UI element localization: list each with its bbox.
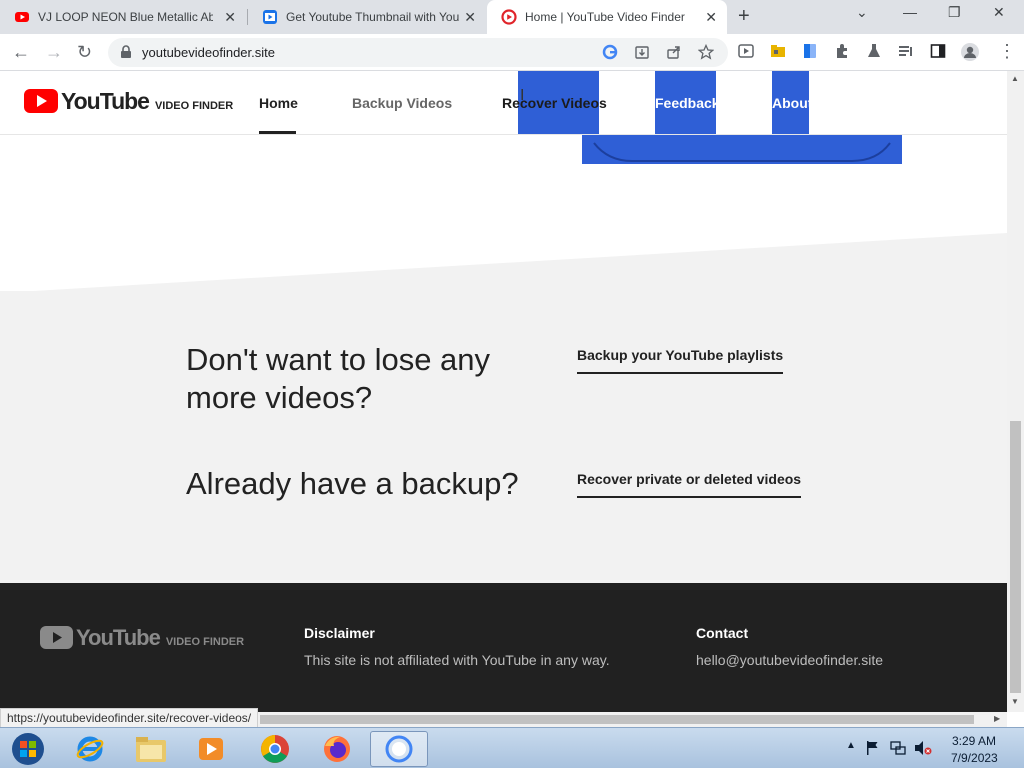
backup-playlists-link[interactable]: Backup your YouTube playlists [577, 347, 784, 374]
site-logo[interactable]: YouTube VIDEO FINDER [24, 89, 233, 113]
hero-decoration-curve [593, 142, 891, 162]
clock-date[interactable]: 7/9/2023 [951, 751, 998, 765]
nav-recover-videos[interactable]: Recover Videos [502, 95, 607, 111]
lock-icon[interactable] [120, 45, 132, 59]
taskbar-chrome-active[interactable] [370, 731, 428, 767]
close-icon[interactable]: ✕ [464, 9, 476, 26]
side-panel-icon[interactable] [930, 43, 946, 59]
text-cursor-icon: I [520, 87, 525, 104]
site-footer: YouTube VIDEO FINDER Disclaimer This sit… [0, 583, 1007, 712]
close-icon[interactable]: ✕ [224, 9, 236, 26]
internet-explorer-icon [76, 736, 104, 762]
restore-icon[interactable]: ❐ [948, 4, 961, 21]
action-center-flag-icon[interactable] [866, 740, 880, 756]
close-icon[interactable]: ✕ [705, 9, 717, 26]
question-lose-videos: Don't want to lose any more videos? [186, 342, 491, 415]
tab-home-video-finder[interactable]: Home | YouTube Video Finder ✕ [487, 0, 727, 34]
site-header: YouTube VIDEO FINDER Home Backup Videos … [0, 71, 1007, 135]
reload-icon[interactable]: ↻ [77, 42, 92, 63]
install-icon[interactable] [634, 44, 650, 60]
youtube-icon [15, 12, 29, 22]
profile-avatar-icon[interactable] [960, 42, 980, 62]
nav-about[interactable]: About [772, 95, 812, 111]
scroll-down-icon[interactable]: ▼ [1011, 697, 1019, 706]
address-url: youtubevideofinder.site [142, 45, 275, 60]
logo-wordmark: YouTube [76, 625, 161, 650]
disclaimer-heading: Disclaimer [304, 625, 375, 641]
horizontal-scroll-thumb[interactable] [260, 715, 974, 724]
nav-feedback[interactable]: Feedback [655, 95, 720, 111]
tab-vj-loop[interactable]: VJ LOOP NEON Blue Metallic Ab ✕ [0, 0, 246, 34]
vertical-scrollbar[interactable]: ▲ ▼ [1007, 71, 1024, 712]
forward-icon[interactable]: → [45, 42, 63, 63]
nav-home[interactable]: Home [259, 95, 298, 111]
tab-strip: VJ LOOP NEON Blue Metallic Ab ✕ Get Yout… [0, 0, 1024, 34]
firefox-icon [324, 736, 350, 762]
scroll-right-icon[interactable]: ▶ [994, 714, 1000, 723]
window-close-icon[interactable]: ✕ [993, 4, 1005, 21]
tab-thumbnail[interactable]: Get Youtube Thumbnail with You ✕ [248, 0, 486, 34]
start-button[interactable] [2, 731, 54, 767]
footer-logo[interactable]: YouTube VIDEO FINDER [40, 626, 244, 649]
logo-subtitle: VIDEO FINDER [165, 636, 245, 648]
link-status-bar: https://youtubevideofinder.site/recover-… [0, 708, 259, 728]
address-bar[interactable]: youtubevideofinder.site [108, 38, 728, 67]
contact-heading: Contact [696, 625, 749, 641]
tab-search-icon[interactable]: ⌄ [856, 4, 868, 21]
youtube-logo-icon [40, 626, 73, 649]
youtube-logo-icon [24, 89, 58, 113]
web-page: YouTube VIDEO FINDER Home Backup Videos … [0, 71, 1007, 712]
folder-extension-icon[interactable] [770, 43, 786, 59]
share-icon[interactable] [666, 44, 682, 60]
menu-kebab-icon[interactable]: ⋮ [998, 41, 1016, 62]
scroll-up-icon[interactable]: ▲ [1011, 74, 1019, 83]
folder-icon [136, 737, 166, 762]
network-icon[interactable] [890, 740, 906, 756]
vertical-scroll-thumb[interactable] [1010, 421, 1021, 693]
tab-title: Get Youtube Thumbnail with You [286, 10, 460, 24]
show-hidden-icons-icon[interactable]: ▲ [846, 740, 856, 751]
contact-email-link[interactable]: hello@youtubevideofinder.site [696, 652, 883, 668]
question-have-backup: Already have a backup? [186, 466, 519, 501]
video-finder-icon [501, 9, 517, 25]
chrome-icon [385, 735, 413, 763]
nav-active-indicator [259, 131, 296, 134]
windows-taskbar: ▲ 3:29 AM 7/9/2023 [0, 727, 1024, 768]
minimize-icon[interactable]: — [903, 4, 917, 20]
back-icon[interactable]: ← [12, 42, 30, 63]
media-extension-icon[interactable] [738, 43, 754, 59]
taskbar-file-explorer[interactable] [127, 731, 175, 767]
clock-time[interactable]: 3:29 AM [952, 734, 996, 748]
windows-logo-icon [12, 733, 44, 765]
backup-cta-section: Don't want to lose any more videos? Back… [0, 291, 1007, 591]
new-tab-icon[interactable]: + [738, 5, 750, 28]
taskbar-internet-explorer[interactable] [66, 731, 114, 767]
translate-extension-icon[interactable] [802, 43, 818, 59]
tab-title: VJ LOOP NEON Blue Metallic Ab [38, 10, 213, 24]
nav-backup-videos[interactable]: Backup Videos [352, 95, 452, 111]
reading-list-icon[interactable] [898, 43, 914, 59]
recover-videos-link[interactable]: Recover private or deleted videos [577, 471, 802, 498]
logo-subtitle: VIDEO FINDER [154, 100, 234, 112]
disclaimer-text: This site is not affiliated with YouTube… [304, 652, 610, 668]
chrome-icon [261, 735, 289, 763]
labs-flask-icon[interactable] [866, 43, 882, 59]
taskbar-chrome[interactable] [251, 731, 299, 767]
media-player-icon [199, 738, 223, 760]
google-icon[interactable] [602, 44, 618, 60]
bookmark-star-icon[interactable] [698, 44, 714, 60]
browser-toolbar: ← → ↻ youtubevideofinder.site ⋮ [0, 34, 1024, 71]
taskbar-media-player[interactable] [187, 731, 235, 767]
volume-muted-icon[interactable] [914, 740, 932, 756]
extensions-puzzle-icon[interactable] [834, 43, 850, 59]
tab-title: Home | YouTube Video Finder [525, 10, 685, 24]
section-slant [0, 233, 1007, 293]
logo-wordmark: YouTube [61, 88, 150, 114]
taskbar-firefox[interactable] [313, 731, 361, 767]
thumbnail-icon [263, 10, 277, 24]
